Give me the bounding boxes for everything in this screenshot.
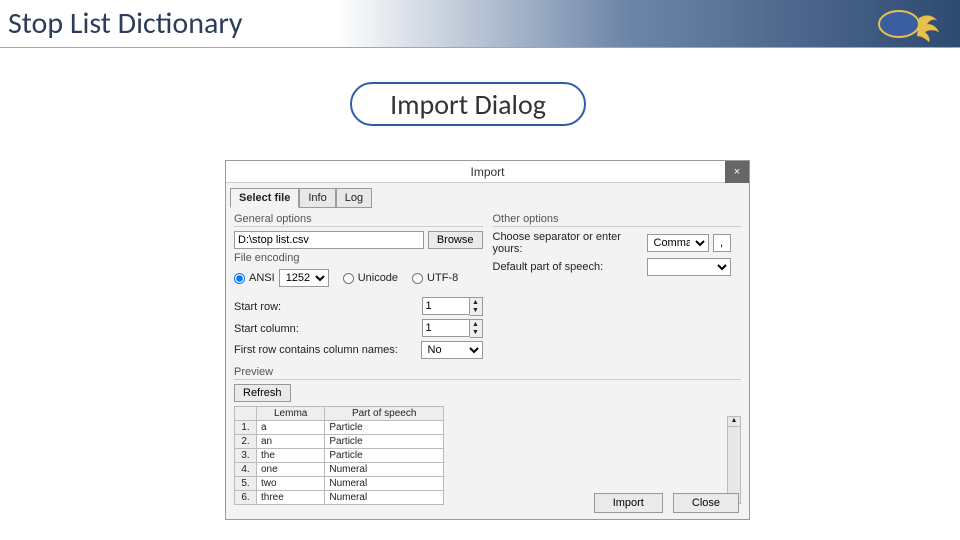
col-header-lemma: Lemma (257, 407, 325, 421)
logo-icon (874, 4, 944, 44)
chevron-up-icon[interactable]: ▲ (728, 417, 740, 427)
col-header-pos: Part of speech (325, 407, 444, 421)
close-button[interactable]: × (725, 161, 749, 183)
table-row[interactable]: 5.twoNumeral (235, 477, 444, 491)
import-button[interactable]: Import (594, 493, 663, 513)
browse-button[interactable]: Browse (428, 231, 483, 249)
table-row[interactable]: 6.threeNumeral (235, 491, 444, 505)
preview-scrollbar[interactable]: ▲ (727, 416, 741, 504)
start-row-stepper[interactable]: ▲▼ (422, 297, 483, 316)
refresh-button[interactable]: Refresh (234, 384, 291, 402)
cell-lemma: an (257, 435, 325, 449)
radio-ansi[interactable] (234, 273, 245, 284)
general-legend: General options (234, 213, 483, 227)
file-path-input[interactable] (234, 231, 424, 249)
row-number: 5. (235, 477, 257, 491)
cell-lemma: two (257, 477, 325, 491)
cell-pos: Particle (325, 421, 444, 435)
table-row[interactable]: 1.aParticle (235, 421, 444, 435)
cell-lemma: a (257, 421, 325, 435)
cell-pos: Numeral (325, 463, 444, 477)
first-row-label: First row contains column names: (234, 344, 417, 356)
close-icon: × (734, 166, 740, 178)
titlebar: Import × (226, 161, 749, 183)
cell-pos: Particle (325, 449, 444, 463)
start-col-label: Start column: (234, 323, 418, 335)
close-dialog-button[interactable]: Close (673, 493, 739, 513)
label-utf8: UTF-8 (427, 272, 458, 284)
row-number: 2. (235, 435, 257, 449)
cell-lemma: one (257, 463, 325, 477)
import-dialog: Import × Select file Info Log General op… (225, 160, 750, 520)
start-row-input[interactable] (422, 297, 470, 315)
other-legend: Other options (493, 213, 742, 227)
radio-unicode[interactable] (343, 273, 354, 284)
preview-group: Preview Refresh Lemma Part of speech 1.a… (226, 366, 749, 505)
row-number: 6. (235, 491, 257, 505)
preview-table: Lemma Part of speech 1.aParticle2.anPart… (234, 406, 444, 505)
separator-char-input[interactable] (713, 234, 731, 252)
cell-lemma: the (257, 449, 325, 463)
tab-bar: Select file Info Log (226, 183, 749, 207)
callout-label: Import Dialog (390, 87, 546, 122)
dialog-footer: Import Close (594, 493, 739, 513)
table-row[interactable]: 2.anParticle (235, 435, 444, 449)
slide-header: Stop List Dictionary (0, 0, 960, 48)
table-row[interactable]: 3.theParticle (235, 449, 444, 463)
encoding-legend: File encoding (234, 252, 483, 265)
main-panel: General options Browse File encoding ANS… (226, 207, 749, 366)
radio-utf8[interactable] (412, 273, 423, 284)
row-number: 4. (235, 463, 257, 477)
start-col-stepper[interactable]: ▲▼ (422, 319, 483, 338)
cell-pos: Particle (325, 435, 444, 449)
cell-lemma: three (257, 491, 325, 505)
chevron-up-icon[interactable]: ▲ (470, 320, 482, 329)
general-options-group: General options Browse File encoding ANS… (234, 213, 483, 362)
cell-pos: Numeral (325, 477, 444, 491)
row-number: 1. (235, 421, 257, 435)
chevron-down-icon[interactable]: ▼ (470, 307, 482, 316)
chevron-down-icon[interactable]: ▼ (470, 329, 482, 338)
tab-info[interactable]: Info (299, 188, 335, 208)
slide-title: Stop List Dictionary (8, 5, 243, 42)
row-number: 3. (235, 449, 257, 463)
chevron-up-icon[interactable]: ▲ (470, 298, 482, 307)
start-row-label: Start row: (234, 301, 418, 313)
tab-select-file[interactable]: Select file (230, 188, 299, 208)
preview-legend: Preview (234, 366, 741, 380)
label-ansi: ANSI (249, 272, 275, 284)
first-row-select[interactable]: No (421, 341, 483, 359)
callout-import-dialog: Import Dialog (350, 82, 586, 126)
table-row[interactable]: 4.oneNumeral (235, 463, 444, 477)
ansi-codepage-select[interactable]: 1252 (279, 269, 329, 287)
separator-select[interactable]: Comma (647, 234, 709, 252)
other-options-group: Other options Choose separator or enter … (493, 213, 742, 362)
tab-log[interactable]: Log (336, 188, 372, 208)
dialog-title: Import (470, 165, 504, 179)
col-header-num (235, 407, 257, 421)
separator-label: Choose separator or enter yours: (493, 231, 643, 255)
default-pos-label: Default part of speech: (493, 261, 643, 273)
default-pos-select[interactable] (647, 258, 731, 276)
cell-pos: Numeral (325, 491, 444, 505)
label-unicode: Unicode (358, 272, 398, 284)
start-col-input[interactable] (422, 319, 470, 337)
